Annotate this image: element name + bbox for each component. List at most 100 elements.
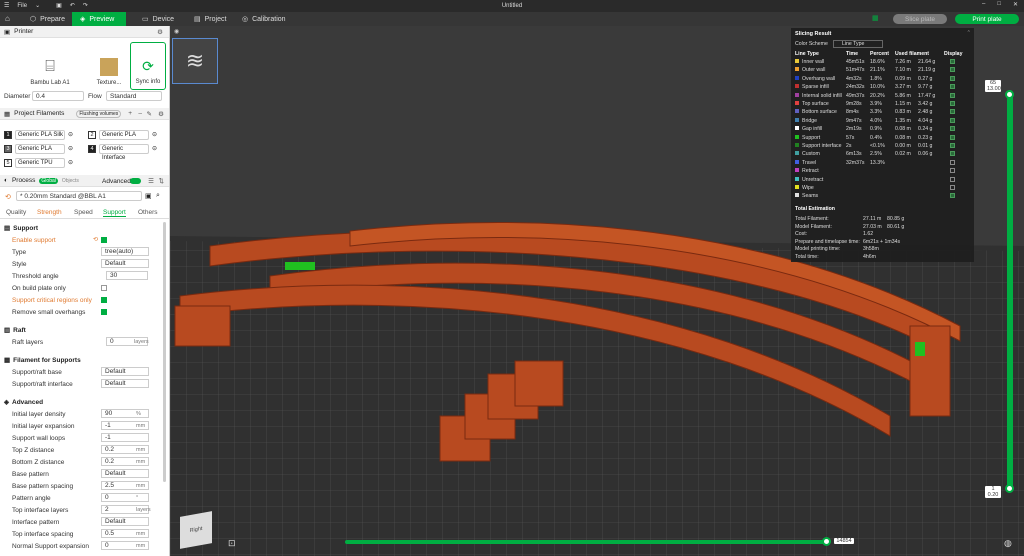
reset-icon[interactable]: ⟲ xyxy=(93,236,98,243)
filament-for-supports-group: ▦ Filament for Supports xyxy=(4,356,81,365)
remove-small-overhangs-checkbox[interactable] xyxy=(101,309,107,315)
global-toggle[interactable]: Global xyxy=(39,177,58,184)
edit-icon[interactable]: ⊝ xyxy=(152,131,157,138)
edit-icon[interactable]: ⊝ xyxy=(152,145,157,152)
advanced-row-input[interactable]: Default xyxy=(101,517,149,526)
display-checkbox[interactable] xyxy=(950,126,955,132)
save-preset-icon[interactable]: ▣ xyxy=(145,192,152,200)
advanced-row-input[interactable]: -1 xyxy=(101,433,149,442)
tab-speed[interactable]: Speed xyxy=(74,209,93,216)
support-type-select[interactable]: tree(auto) xyxy=(101,247,149,256)
close-icon[interactable]: ✕ xyxy=(1013,1,1018,8)
sync-info-button[interactable]: ⟳ Sync info xyxy=(130,42,166,90)
compare-icon[interactable]: ⇅ xyxy=(159,177,164,185)
remove-filament-icon[interactable]: – xyxy=(138,110,142,117)
flushing-volumes-button[interactable]: Flushing volumes xyxy=(76,109,122,118)
filament-slot-3[interactable]: 3 Generic PLA ⊝ xyxy=(4,143,73,154)
filament-slot-2[interactable]: 2 Generic PLA ⊝ xyxy=(88,129,157,140)
display-checkbox[interactable] xyxy=(950,92,955,98)
printer-card[interactable]: ⌸ Bambu Lab A1 xyxy=(20,42,80,90)
display-checkbox[interactable] xyxy=(950,75,955,81)
display-checkbox[interactable] xyxy=(950,168,955,174)
tab-support[interactable]: Support xyxy=(103,209,126,217)
tab-strength[interactable]: Strength xyxy=(37,209,62,216)
layers-icon[interactable]: ◍ xyxy=(1004,538,1012,549)
advanced-row-input[interactable]: 90 xyxy=(101,409,149,418)
slice-plate-button[interactable]: Slice plate xyxy=(893,14,947,24)
filament-slot-5[interactable]: 5 Generic TPU ⊝ xyxy=(4,157,73,168)
plate-icon[interactable]: ▦ xyxy=(872,14,879,22)
display-checkbox[interactable] xyxy=(950,109,955,115)
edit-icon[interactable]: ⊝ xyxy=(68,145,73,152)
bottom-layer-handle[interactable] xyxy=(1005,484,1014,493)
advanced-row-input[interactable]: Default xyxy=(101,469,149,478)
display-checkbox[interactable] xyxy=(950,143,955,148)
color-scheme-select[interactable]: Line Type xyxy=(833,40,883,48)
filament-slot-4[interactable]: 4 Generic Interface ⊝ xyxy=(88,143,157,161)
advanced-row-input[interactable]: 0 xyxy=(101,493,149,502)
tab-calibration[interactable]: ◎ Calibration xyxy=(234,12,294,26)
tab-project[interactable]: ▤ Project xyxy=(186,12,234,26)
tab-device[interactable]: ▭ Device xyxy=(134,12,182,26)
plate-card[interactable]: Texture... xyxy=(90,42,128,90)
list-icon[interactable]: ☰ xyxy=(148,177,154,185)
edit-icon[interactable]: ⊝ xyxy=(68,131,73,138)
display-checkbox[interactable] xyxy=(950,67,955,73)
process-preset-select[interactable]: * 0.20mm Standard @BBL A1 xyxy=(16,191,142,201)
display-checkbox[interactable] xyxy=(950,134,955,140)
move-slider[interactable] xyxy=(345,540,827,544)
support-style-select[interactable]: Default xyxy=(101,259,149,268)
display-checkbox[interactable] xyxy=(950,176,955,182)
edit-icon[interactable]: ⊝ xyxy=(68,159,73,166)
support-interface-select[interactable]: Default xyxy=(101,379,149,388)
view-cube[interactable]: Right xyxy=(180,511,212,549)
display-checkbox[interactable] xyxy=(950,84,955,90)
flow-select[interactable]: Standard xyxy=(106,91,162,101)
support-base-select[interactable]: Default xyxy=(101,367,149,376)
display-checkbox[interactable] xyxy=(950,59,955,64)
display-checkbox[interactable] xyxy=(950,117,955,123)
critical-regions-checkbox[interactable] xyxy=(101,297,107,303)
filament-slot-1[interactable]: 1 Generic PLA Silk ⊝ xyxy=(4,129,73,140)
advanced-switch[interactable] xyxy=(130,178,141,184)
tab-prepare[interactable]: ⬡ Prepare xyxy=(22,12,73,26)
display-checkbox[interactable] xyxy=(950,185,955,190)
display-checkbox[interactable] xyxy=(950,151,955,157)
search-icon[interactable]: ⌕ xyxy=(156,192,160,200)
view-toggle-icon[interactable]: ◉ xyxy=(174,28,179,35)
threshold-angle-input[interactable]: 30 xyxy=(106,271,148,280)
top-layer-handle[interactable] xyxy=(1005,90,1014,99)
add-filament-icon[interactable]: + xyxy=(128,110,132,117)
print-plate-button[interactable]: Print plate xyxy=(955,14,1019,24)
fit-view-icon[interactable]: ⊡ xyxy=(228,538,236,549)
display-checkbox[interactable] xyxy=(950,159,955,165)
layer-slider[interactable] xyxy=(1007,90,1013,490)
enable-support-checkbox[interactable] xyxy=(101,237,107,243)
build-plate-only-checkbox[interactable] xyxy=(101,285,107,291)
home-icon[interactable]: ⌂ xyxy=(5,14,10,23)
maximize-icon[interactable]: □ xyxy=(997,1,1001,8)
tab-quality[interactable]: Quality xyxy=(6,209,26,216)
reset-icon[interactable]: ⟲ xyxy=(5,193,11,201)
total-estimation-title: Total Estimation xyxy=(795,206,835,212)
move-slider-handle[interactable] xyxy=(822,537,831,546)
minimize-icon[interactable]: – xyxy=(982,1,985,8)
line-type-row: Overhang wall 4m32s 1.8% 0.09 m 0.27 g xyxy=(795,75,970,83)
objects-toggle[interactable]: Objects xyxy=(62,178,79,184)
gear-icon[interactable]: ⚙ xyxy=(157,28,163,36)
edit-filament-icon[interactable]: ✎ xyxy=(147,110,152,118)
nozzle-diameter-select[interactable]: 0.4 xyxy=(32,91,84,101)
tab-preview[interactable]: ◈ Preview xyxy=(72,12,126,26)
object-thumbnail[interactable]: ≋ xyxy=(172,38,218,84)
line-type-row: Sparse infill 24m32s 10.0% 3.27 m 9.77 g xyxy=(795,83,970,91)
advanced-row-label: Base pattern spacing xyxy=(12,483,74,490)
display-checkbox[interactable] xyxy=(950,101,955,106)
collapse-icon[interactable]: ⌃ xyxy=(967,30,971,36)
preview-icon: ◈ xyxy=(80,16,86,23)
tab-others[interactable]: Others xyxy=(138,209,158,216)
line-type-swatch xyxy=(795,193,799,198)
filament-settings-icon[interactable]: ⚙ xyxy=(158,110,164,118)
advanced-row-unit: mm xyxy=(136,423,146,429)
scrollbar[interactable] xyxy=(163,222,166,482)
display-checkbox[interactable] xyxy=(950,193,955,199)
